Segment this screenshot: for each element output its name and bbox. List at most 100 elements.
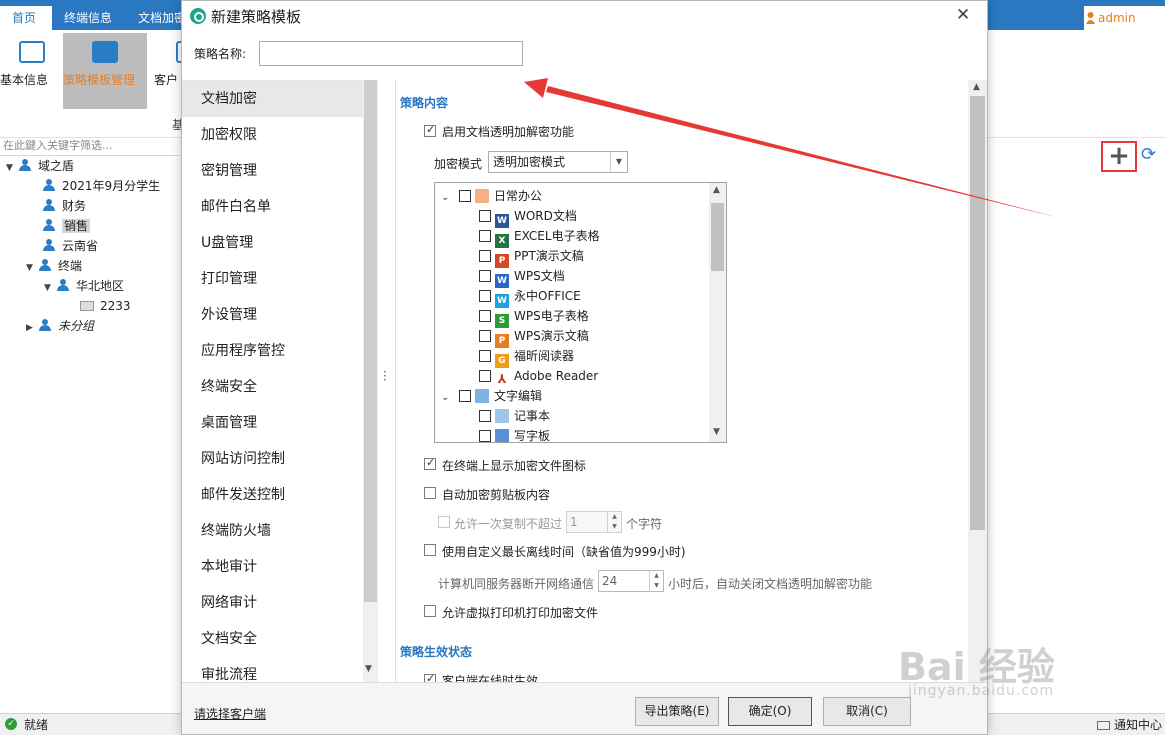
show-icon-checkbox[interactable] xyxy=(424,456,436,470)
chevron-down-icon[interactable]: ▼ xyxy=(713,427,720,437)
user-menu[interactable]: admin xyxy=(1084,6,1165,30)
menu-item-usb-management[interactable]: U盘管理 xyxy=(182,225,363,261)
menu-item-desktop[interactable]: 桌面管理 xyxy=(182,405,363,441)
filter-input[interactable]: 在此鍵入关键字筛选... xyxy=(0,138,180,156)
app-item[interactable]: ⅄ Adobe Reader xyxy=(479,366,598,386)
policy-name-input[interactable] xyxy=(259,41,523,66)
chevron-down-icon[interactable]: ⌄ xyxy=(441,188,459,208)
menu-item-network-audit[interactable]: 网络审计 xyxy=(182,585,363,621)
plus-icon[interactable]: + xyxy=(1101,141,1137,172)
menu-item-approval[interactable]: 审批流程 xyxy=(182,657,363,682)
menu-item-web-access[interactable]: 网站访问控制 xyxy=(182,441,363,477)
app-item[interactable]: S WPS电子表格 xyxy=(479,306,589,328)
app-checkbox[interactable] xyxy=(479,430,491,442)
online-effective-checkbox[interactable] xyxy=(424,672,436,682)
tree-node-computer[interactable]: 2233 xyxy=(80,296,131,316)
menu-item-local-audit[interactable]: 本地审计 xyxy=(182,549,363,585)
app-checkbox[interactable] xyxy=(479,270,491,282)
chevron-down-icon[interactable]: ▼ xyxy=(365,664,372,674)
menu-item-doc-encrypt[interactable]: 文档加密 xyxy=(182,81,363,117)
chevron-up-icon[interactable]: ▲ xyxy=(713,185,720,195)
nav-tab-terminal-info[interactable]: 终端信息 xyxy=(52,6,124,30)
app-checkbox[interactable] xyxy=(479,330,491,342)
tree-node-item[interactable]: 财务 xyxy=(42,196,86,216)
menu-item-firewall[interactable]: 终端防火墙 xyxy=(182,513,363,549)
auto-clipboard-checkbox[interactable] xyxy=(424,487,436,499)
content-scroll-thumb[interactable] xyxy=(970,96,985,530)
allow-copy-stepper[interactable]: 1 ▲ ▼ xyxy=(566,511,622,533)
app-checkbox[interactable] xyxy=(479,210,491,222)
virtual-printer-checkbox[interactable] xyxy=(424,605,436,617)
app-item[interactable]: W WPS文档 xyxy=(479,266,565,288)
stepper-arrows-icon[interactable]: ▲ ▼ xyxy=(607,512,621,532)
menu-item-app-control[interactable]: 应用程序管控 xyxy=(182,333,363,369)
app-item[interactable]: P WPS演示文稿 xyxy=(479,326,589,348)
chevron-down-icon[interactable]: ⌄ xyxy=(441,388,459,408)
menu-item-mail-send[interactable]: 邮件发送控制 xyxy=(182,477,363,513)
app-item[interactable]: W 永中OFFICE xyxy=(479,286,581,308)
basic-info-button[interactable]: 基本信息 xyxy=(0,33,64,109)
app-checkbox[interactable] xyxy=(479,350,491,362)
group-checkbox[interactable] xyxy=(459,190,471,202)
ok-button[interactable]: 确定(O) xyxy=(728,697,812,726)
app-checkbox[interactable] xyxy=(479,290,491,302)
offline-hours-stepper[interactable]: 24 ▲ ▼ xyxy=(598,570,664,592)
app-item[interactable]: W WORD文档 xyxy=(479,206,577,228)
users-icon xyxy=(56,279,70,291)
menu-item-key-management[interactable]: 密钥管理 xyxy=(182,153,363,189)
application-tree: ⌄ 日常办公 W WORD文档 X EXCEL电子表格 P PPT演示文稿 W WPS文档… xyxy=(434,182,727,443)
tree-node-item-selected[interactable]: 销售 xyxy=(42,216,91,236)
app-item[interactable]: 写字板 xyxy=(479,426,550,442)
tree-node-region[interactable]: ▼ 华北地区 xyxy=(44,276,124,296)
app-tree-scrollbar[interactable]: ▲ ▼ xyxy=(709,183,726,442)
chevron-down-icon[interactable]: ▼ xyxy=(610,152,627,172)
enable-encrypt-checkbox[interactable] xyxy=(424,123,436,137)
allow-copy-checkbox[interactable] xyxy=(438,516,450,528)
chevron-down-icon[interactable]: ▼ xyxy=(6,158,18,178)
app-group-office[interactable]: ⌄ 日常办公 xyxy=(441,186,542,206)
stepper-arrows-icon[interactable]: ▲ ▼ xyxy=(649,571,663,591)
chevron-down-icon[interactable]: ▼ xyxy=(26,258,38,278)
export-policy-button[interactable]: 导出策略(E) xyxy=(635,697,719,726)
notification-center-button[interactable]: 通知中心 xyxy=(1097,714,1162,735)
app-checkbox[interactable] xyxy=(479,310,491,322)
menu-scrollbar[interactable]: ▼ xyxy=(363,80,378,682)
encrypt-mode-select[interactable]: 透明加密模式 ▼ xyxy=(488,151,628,173)
pane-splitter[interactable]: · · · xyxy=(378,80,396,682)
app-item[interactable]: P PPT演示文稿 xyxy=(479,246,584,268)
app-group-text-edit[interactable]: ⌄ 文字编辑 xyxy=(441,386,542,406)
tree-node-item[interactable]: 2021年9月分学生 xyxy=(42,176,160,196)
app-item[interactable]: G 福昕阅读器 xyxy=(479,346,574,368)
menu-item-doc-security[interactable]: 文档安全 xyxy=(182,621,363,657)
app-checkbox[interactable] xyxy=(479,230,491,242)
menu-item-print-management[interactable]: 打印管理 xyxy=(182,261,363,297)
offline-time-checkbox[interactable] xyxy=(424,544,436,556)
tree-node-root[interactable]: ▼ 域之盾 xyxy=(6,156,74,176)
menu-scroll-thumb[interactable] xyxy=(364,80,377,602)
app-logo-icon xyxy=(190,8,206,24)
content-scrollbar[interactable]: ▲ xyxy=(968,80,987,682)
policy-template-button[interactable]: 策略模板管理 xyxy=(63,33,147,109)
menu-item-mail-whitelist[interactable]: 邮件白名单 xyxy=(182,189,363,225)
offline-time-label: 使用自定义最长离线时间（缺省值为999小时) xyxy=(442,545,686,559)
tree-node-terminal[interactable]: ▼ 终端 xyxy=(26,256,82,276)
close-icon[interactable]: ✕ xyxy=(956,5,970,25)
app-checkbox[interactable] xyxy=(479,250,491,262)
app-item[interactable]: X EXCEL电子表格 xyxy=(479,226,600,248)
menu-item-peripheral[interactable]: 外设管理 xyxy=(182,297,363,333)
menu-item-terminal-security[interactable]: 终端安全 xyxy=(182,369,363,405)
chevron-right-icon[interactable]: ▶ xyxy=(26,318,38,338)
refresh-icon[interactable]: ⟳ xyxy=(1141,144,1156,165)
app-tree-scroll-thumb[interactable] xyxy=(711,203,724,271)
tree-node-item[interactable]: 云南省 xyxy=(42,236,98,256)
group-checkbox[interactable] xyxy=(459,390,471,402)
menu-item-encrypt-permission[interactable]: 加密权限 xyxy=(182,117,363,153)
select-client-link[interactable]: 请选择客户端 xyxy=(194,705,266,722)
chevron-up-icon[interactable]: ▲ xyxy=(973,82,980,92)
app-item[interactable]: 记事本 xyxy=(479,406,550,426)
nav-tab-home[interactable]: 首页 xyxy=(0,6,52,30)
app-checkbox[interactable] xyxy=(479,410,491,422)
tree-node-ungrouped[interactable]: ▶ 未分组 xyxy=(26,316,94,336)
chevron-down-icon[interactable]: ▼ xyxy=(44,278,56,298)
app-checkbox[interactable] xyxy=(479,370,491,382)
